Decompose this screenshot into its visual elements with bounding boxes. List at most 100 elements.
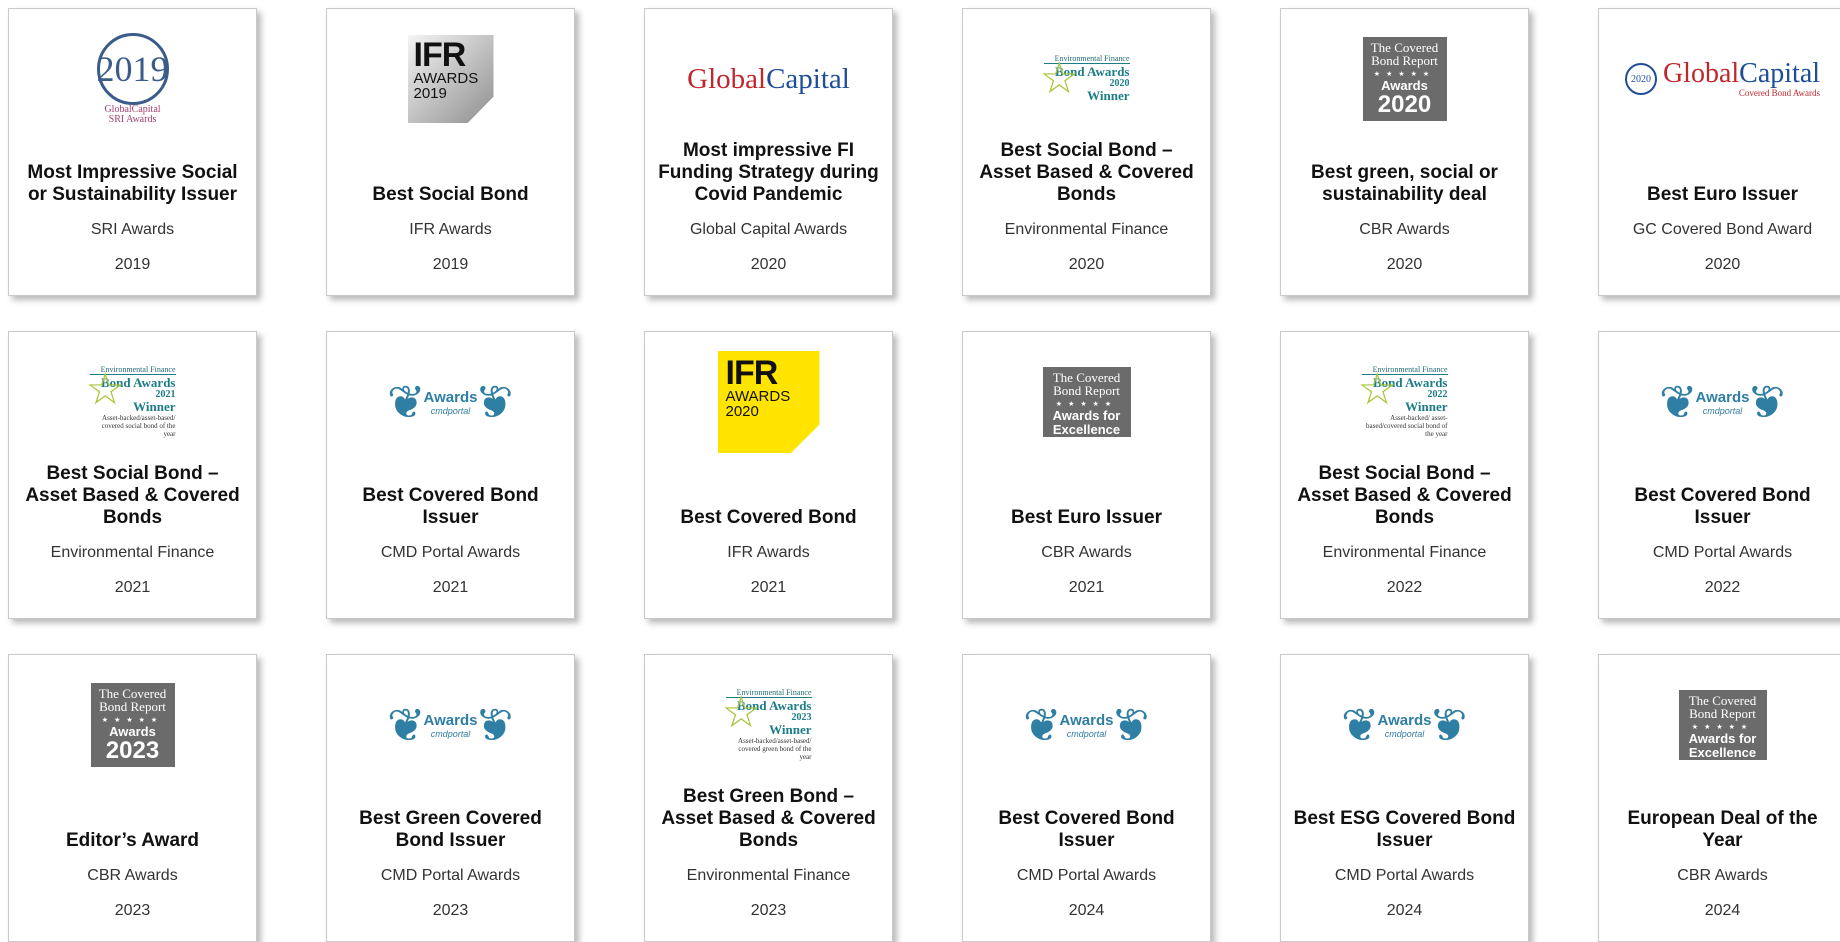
laurel-left-icon: ❦ xyxy=(387,699,426,751)
ifr-logo-line: AWARDS xyxy=(413,70,479,87)
award-info: Best Euro Issuer CBR Awards 2021 xyxy=(963,507,1210,598)
laurel-left-icon: ❦ xyxy=(1659,376,1698,428)
award-info: Best Covered Bond Issuer CMD Portal Award… xyxy=(327,485,574,598)
environmental-finance-logo: ☆ Environmental Finance Bond Awards 2022 Win… xyxy=(1358,366,1448,438)
laurel-left-icon: ❦ xyxy=(1023,699,1062,751)
award-card: GlobalCapital Most impressive FI Funding … xyxy=(644,8,893,296)
stars-icon: ★★★★★ xyxy=(1373,70,1436,78)
award-card: The Covered Bond Report ★★★★★ Awards 2020 Be… xyxy=(1280,8,1529,296)
award-organization: SRI Awards xyxy=(90,221,175,238)
award-card: IFR AWARDS 2020 Best Covered Bond IFR Awards… xyxy=(644,331,893,619)
award-card: The Covered Bond Report ★★★★★ Awards for E… xyxy=(962,331,1211,619)
logo-category: Asset-backed/ asset-based/covered social… xyxy=(1366,414,1448,438)
award-year: 2019 xyxy=(432,256,469,273)
award-logo: ❦ Awards cmdportal ❦ xyxy=(327,352,574,452)
globalcapital-logo: GlobalCapital xyxy=(687,63,850,96)
year-circle-icon: 2019 xyxy=(96,33,169,105)
logo-award-text: Awards for Excellence xyxy=(1052,408,1121,437)
award-year: 2020 xyxy=(1704,256,1741,273)
covered-bond-report-logo: The Covered Bond Report ★★★★★ Awards 2023 xyxy=(90,683,175,767)
star-icon: ☆ xyxy=(1357,365,1397,414)
award-card: ❦ Awards cmdportal ❦ Best Green Covered Bond… xyxy=(326,654,575,942)
award-card: 2020 GlobalCapital Covered Bond Awards Best… xyxy=(1598,8,1840,296)
award-card: IFR AWARDS 2019 Best Social Bond IFR Awards 2… xyxy=(326,8,575,296)
award-organization: CMD Portal Awards xyxy=(1652,544,1793,561)
award-organization: IFR Awards xyxy=(409,221,492,238)
award-title: Best Euro Issuer xyxy=(1647,184,1798,205)
award-info: Most impressive FI Funding Strategy duri… xyxy=(645,140,892,275)
award-title: Best Covered Bond Issuer xyxy=(998,808,1175,851)
award-organization: CMD Portal Awards xyxy=(380,544,521,561)
cmdportal-awards-logo: ❦ Awards cmdportal ❦ xyxy=(1659,362,1786,442)
award-year: 2024 xyxy=(1386,902,1423,919)
award-organization: Environmental Finance xyxy=(50,544,215,561)
logo-title: The Covered Bond Report xyxy=(1052,370,1121,398)
award-year: 2021 xyxy=(114,579,151,596)
logo-word: Awards xyxy=(1695,388,1750,406)
award-title: Best Social Bond – Asset Based & Covered… xyxy=(1297,463,1512,528)
award-card: ❦ Awards cmdportal ❦ Best Covered Bond Issue… xyxy=(962,654,1211,942)
award-card: The Covered Bond Report ★★★★★ Awards 2023 Ed… xyxy=(8,654,257,942)
award-info: Editor’s Award CBR Awards 2023 xyxy=(9,830,256,921)
award-info: Best Covered Bond IFR Awards 2021 xyxy=(645,507,892,598)
logo-subtitle: Covered Bond Awards xyxy=(1738,88,1821,98)
logo-category: Asset-backed/asset-based/ covered green … xyxy=(738,737,812,761)
award-organization: CBR Awards xyxy=(1359,221,1450,238)
stars-icon: ★★★★★ xyxy=(1691,723,1754,731)
award-logo: GlobalCapital xyxy=(645,29,892,129)
award-title: Editor’s Award xyxy=(65,830,200,851)
award-logo: 2020 GlobalCapital Covered Bond Awards xyxy=(1599,29,1840,129)
award-title: Best ESG Covered Bond Issuer xyxy=(1293,808,1516,851)
laurel-left-icon: ❦ xyxy=(1341,699,1380,751)
laurel-right-icon: ❦ xyxy=(475,376,515,428)
logo-center: Awards cmdportal xyxy=(1060,712,1114,739)
award-title: Most impressive FI Funding Strategy duri… xyxy=(658,140,879,205)
award-card: ❦ Awards cmdportal ❦ Best Covered Bond Issue… xyxy=(1598,331,1840,619)
award-year: 2020 xyxy=(1386,256,1423,273)
logo-word: Awards xyxy=(423,711,478,729)
year-badge-icon: 2020 xyxy=(1624,63,1657,95)
logo-year: 2020 xyxy=(1377,91,1432,118)
award-logo: ☆ Environmental Finance Bond Awards 2021 Win… xyxy=(9,352,256,452)
award-logo: ☆ Environmental Finance Bond Awards 2023 Win… xyxy=(645,675,892,775)
logo-title: The Covered Bond Report xyxy=(1370,40,1439,68)
award-title: Best Covered Bond Issuer xyxy=(362,485,539,528)
award-title: Best Social Bond – Asset Based & Covered… xyxy=(25,463,240,528)
logo-brand: cmdportal xyxy=(1384,728,1425,739)
award-card: ☆ Environmental Finance Bond Awards 2023 Win… xyxy=(644,654,893,942)
logo-center: Awards cmdportal xyxy=(1378,712,1432,739)
award-year: 2024 xyxy=(1704,902,1741,919)
award-year: 2022 xyxy=(1386,579,1423,596)
award-organization: CBR Awards xyxy=(1041,544,1132,561)
stars-icon: ★★★★★ xyxy=(1055,400,1118,408)
logo-text-name: GlobalCapital xyxy=(1663,60,1820,88)
awards-grid: 2019 GlobalCapital SRI Awards Most Impressi… xyxy=(0,0,1840,942)
award-organization: Environmental Finance xyxy=(1004,221,1169,238)
award-title: Best Covered Bond Issuer xyxy=(1634,485,1811,528)
award-year: 2023 xyxy=(750,902,787,919)
award-year: 2020 xyxy=(750,256,787,273)
star-icon: ☆ xyxy=(85,365,125,414)
award-info: European Deal of the Year CBR Awards 2024 xyxy=(1599,808,1840,921)
ifr-awards-logo: IFR AWARDS 2019 xyxy=(407,35,494,123)
logo-brand: cmdportal xyxy=(1702,405,1743,416)
award-card: ☆ Environmental Finance Bond Awards 2020 Win… xyxy=(962,8,1211,296)
award-info: Best Covered Bond Issuer CMD Portal Award… xyxy=(963,808,1210,921)
cmdportal-awards-logo: ❦ Awards cmdportal ❦ xyxy=(387,362,514,442)
cmdportal-awards-logo: ❦ Awards cmdportal ❦ xyxy=(1023,685,1150,765)
logo-brand: cmdportal xyxy=(430,405,471,416)
covered-bond-report-logo: The Covered Bond Report ★★★★★ Awards 2020 xyxy=(1362,37,1447,121)
award-card: The Covered Bond Report ★★★★★ Awards for E… xyxy=(1598,654,1840,942)
covered-bond-report-logo: The Covered Bond Report ★★★★★ Awards for E… xyxy=(1042,367,1131,437)
award-title: Best Green Covered Bond Issuer xyxy=(359,808,542,851)
award-organization: CMD Portal Awards xyxy=(1016,867,1157,884)
logo-title: The Covered Bond Report xyxy=(1688,693,1757,721)
award-logo: ❦ Awards cmdportal ❦ xyxy=(1599,352,1840,452)
award-organization: CMD Portal Awards xyxy=(380,867,521,884)
award-logo: ❦ Awards cmdportal ❦ xyxy=(1281,675,1528,775)
award-card: ❦ Awards cmdportal ❦ Best Covered Bond Issue… xyxy=(326,331,575,619)
award-info: Best Social Bond – Asset Based & Covered… xyxy=(9,463,256,598)
award-organization: IFR Awards xyxy=(727,544,810,561)
award-year: 2019 xyxy=(114,256,151,273)
laurel-right-icon: ❦ xyxy=(1111,699,1151,751)
